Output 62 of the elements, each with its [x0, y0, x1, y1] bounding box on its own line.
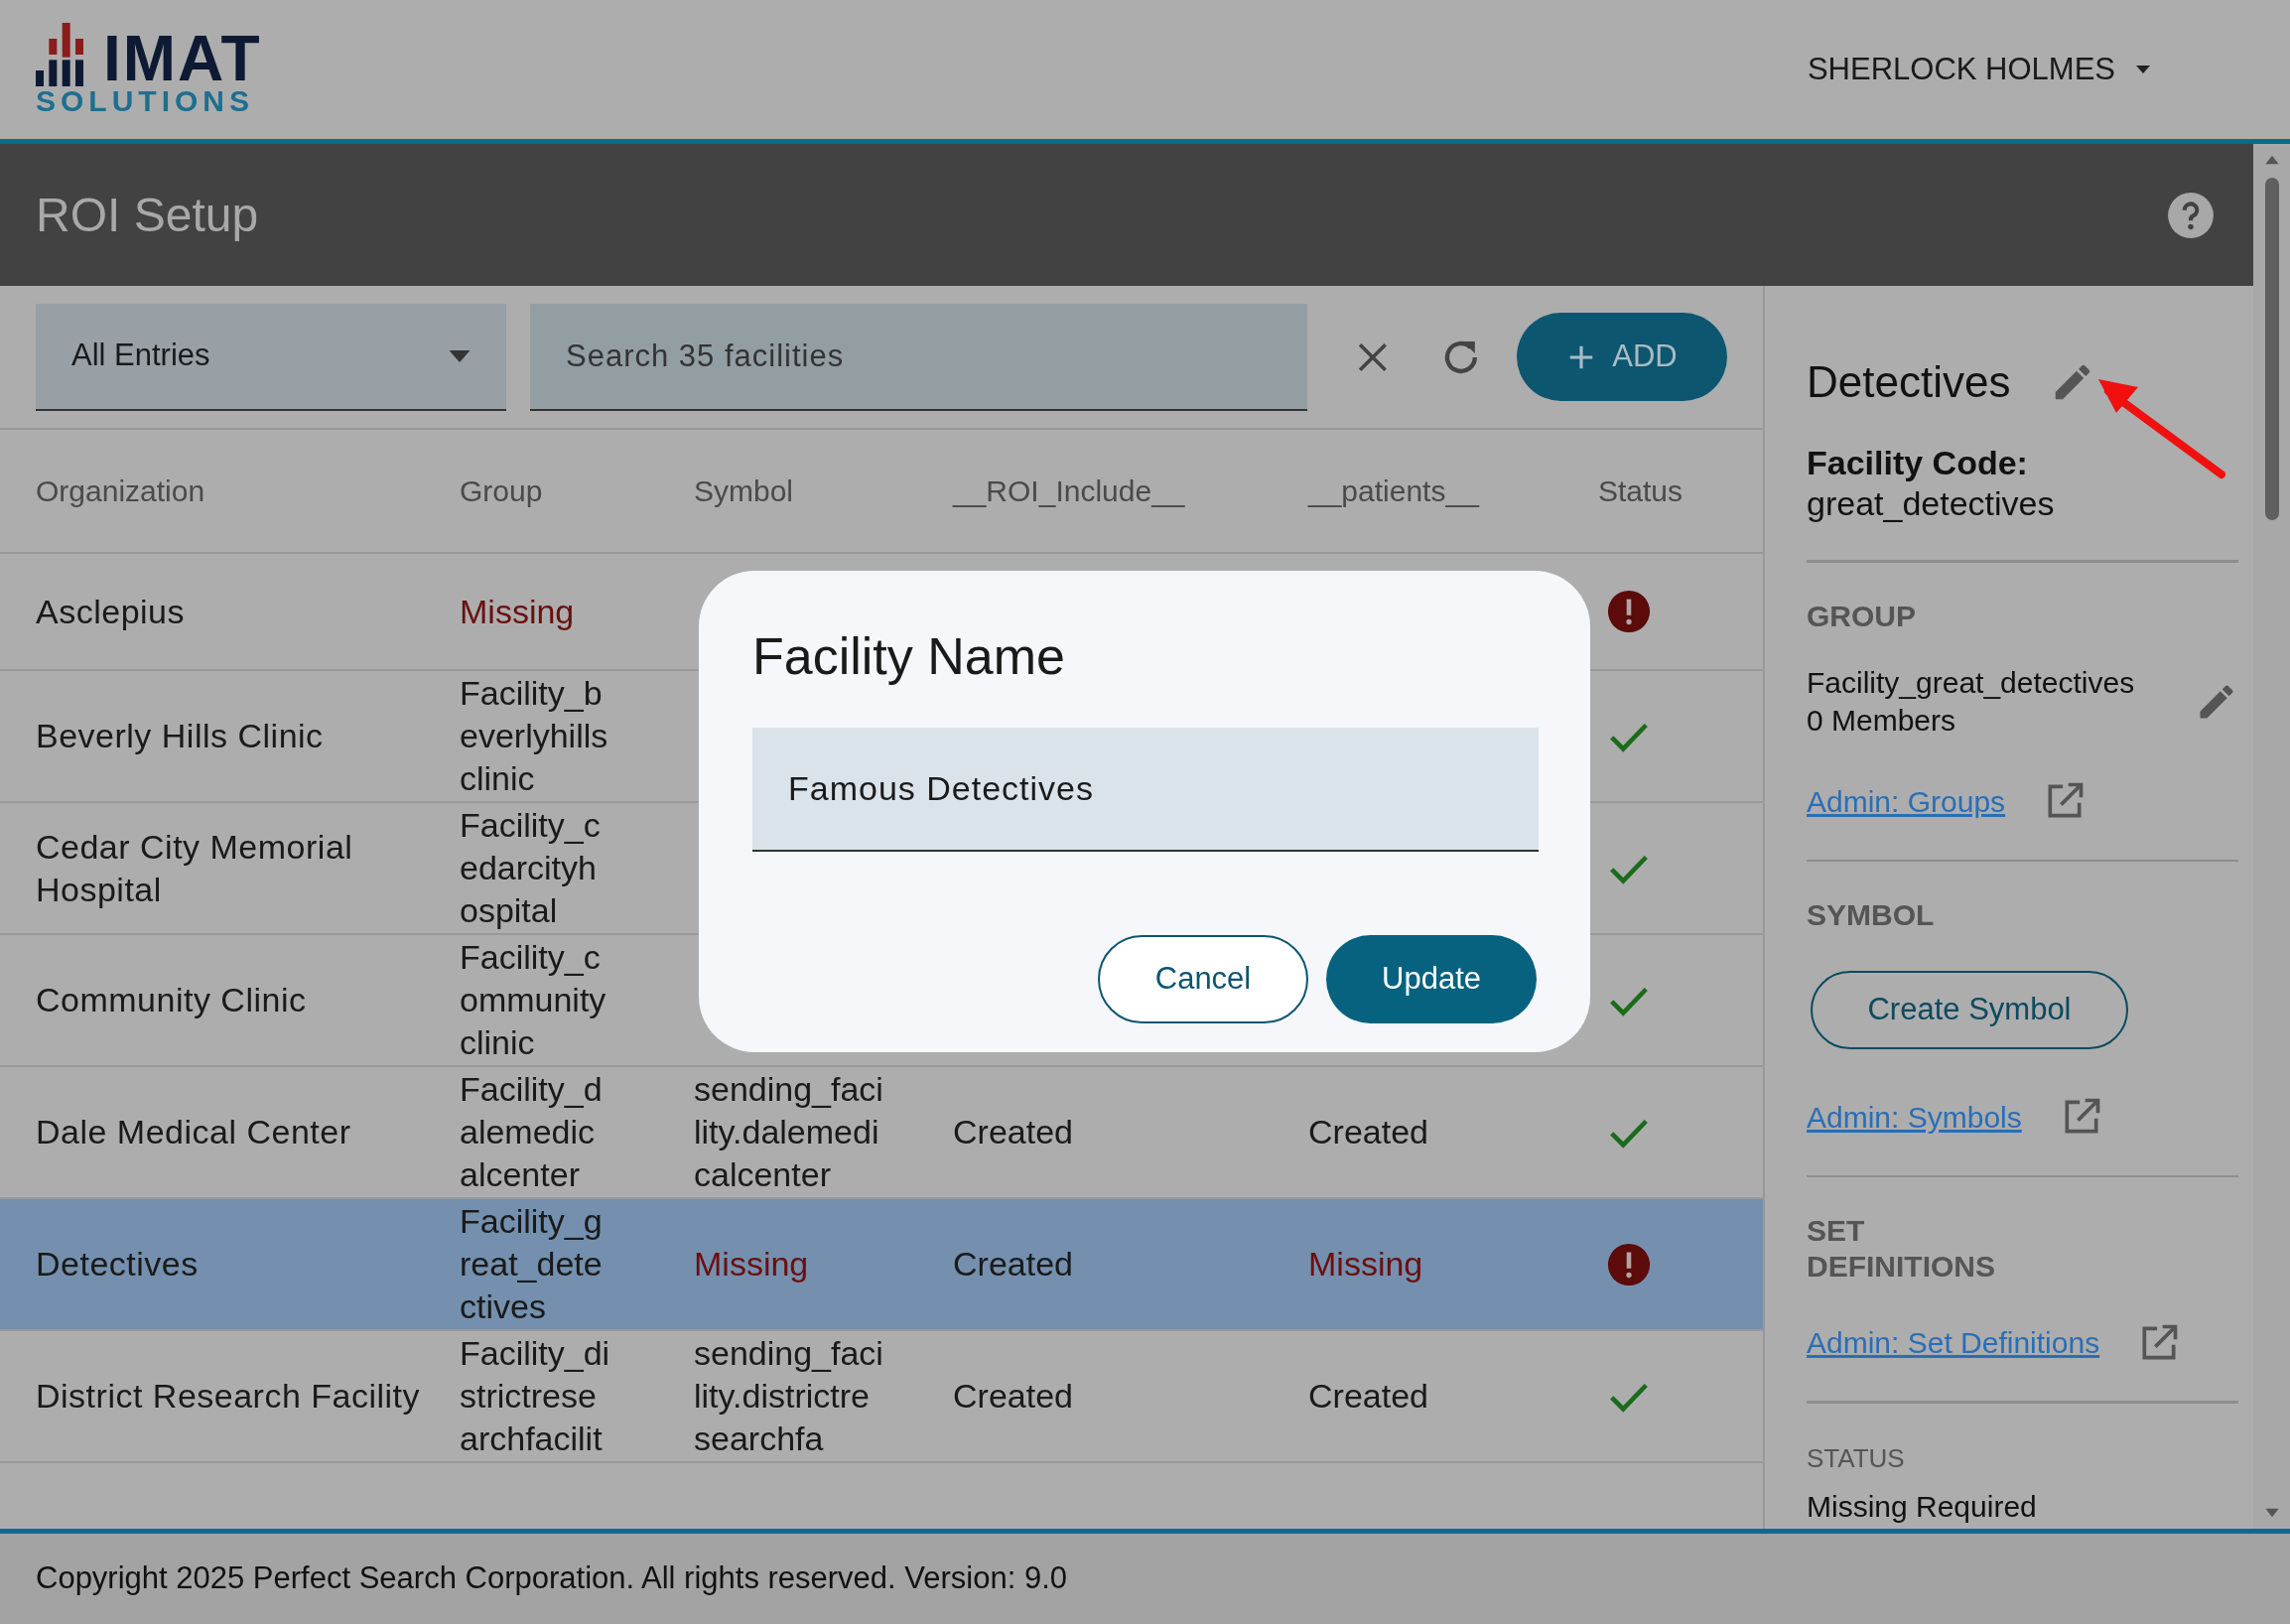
table-cell-text: Missing	[1308, 1244, 1424, 1285]
table-cell-text: Created	[953, 1244, 1074, 1285]
table-cell-text: Created	[1308, 1112, 1429, 1152]
update-button[interactable]: Update	[1326, 935, 1537, 1023]
scrollbar-thumb[interactable]	[2264, 178, 2279, 520]
table-cell-text: Created	[953, 1112, 1074, 1152]
table-cell-text: Facility_communityclinic	[460, 937, 607, 1063]
search-field[interactable]: Search 35 facilities	[530, 303, 1307, 411]
add-button[interactable]: ADD	[1517, 313, 1727, 401]
table-cell-text: Asclepius	[35, 591, 186, 632]
detail-title: Detectives	[1807, 356, 2011, 408]
table-cell-text: Facility_beverlyhillsclinic	[460, 673, 609, 799]
scrollbar[interactable]	[2253, 144, 2290, 1529]
table-cell-text: sending_facility.dalemedicalcenter	[694, 1069, 884, 1195]
admin-link[interactable]: Admin: Symbols	[1807, 1094, 2022, 1140]
facility-code-label: Facility Code:	[1807, 443, 2029, 482]
table-cell-text: Cedar City Memorial Hospital	[35, 826, 354, 910]
section-heading: SYMBOL	[1807, 897, 1936, 934]
section-heading: GROUP	[1807, 598, 1917, 634]
table-cell-text: Facility_great_detectives	[460, 1201, 604, 1327]
logo-wordmark: IMAT	[103, 31, 262, 86]
column-header[interactable]: __ROI_Include__	[953, 469, 1308, 513]
page-title: ROI Setup	[36, 187, 259, 243]
table-cell-text: Created	[953, 1376, 1074, 1417]
table-cell-text: District Research Facility	[35, 1376, 422, 1417]
column-header[interactable]: Status	[1598, 469, 1763, 513]
status-text: Missing Required	[1807, 1489, 2038, 1526]
name-field[interactable]: Famous Detectives	[752, 728, 1539, 852]
help-icon[interactable]	[2166, 190, 2216, 240]
footer-text: Copyright 2025 Perfect Search Corporation. All rights reserved. Version: 9.0	[36, 1559, 1068, 1598]
caret-icon	[449, 349, 471, 362]
admin-link[interactable]: Admin: Groups	[1807, 778, 2006, 824]
table-row[interactable]: Detectives Facility_great_detectives Missing Created Missing	[0, 1199, 1763, 1331]
create-symbol-button[interactable]: Create Symbol	[1811, 971, 2128, 1049]
table-cell-text: sending_facility.districtresearchfa	[694, 1333, 884, 1459]
table-cell-text: Community Clinic	[35, 980, 308, 1020]
cancel-button[interactable]: Cancel	[1098, 935, 1308, 1023]
section-heading: SET DEFINITIONS	[1807, 1213, 1996, 1286]
filter-dropdown[interactable]: All Entries	[36, 303, 506, 411]
table-cell-text: Dale Medical Center	[35, 1112, 352, 1152]
facility-code: great_detectives	[1807, 483, 2056, 524]
table-cell-text: Detectives	[35, 1244, 200, 1285]
table-cell-text: Facility_dalemedicalcenter	[460, 1069, 604, 1195]
column-header[interactable]: __patients__	[1308, 469, 1598, 513]
table-cell-text: Missing	[694, 1244, 810, 1285]
table-cell-text: Facility_cedarcityhospital	[460, 805, 602, 931]
logo-subtitle: SOLUTIONS	[36, 86, 255, 116]
member-count: 0 Members	[1807, 702, 1957, 739]
table-cell-text: Beverly Hills Clinic	[35, 716, 325, 756]
user-name: SHERLOCK HOLMES	[1807, 50, 2115, 88]
column-header[interactable]: Group	[460, 469, 694, 513]
column-header[interactable]: Symbol	[694, 469, 953, 513]
table-cell-text: Facility_districtresearchfacilit	[460, 1333, 610, 1459]
table-cell-text: Created	[1308, 1376, 1429, 1417]
table-row[interactable]: District Research Facility Facility_districtresearchfacilit sending_facility.districtresearchfa Created Created	[0, 1331, 1763, 1463]
section-heading: STATUS	[1807, 1442, 1906, 1476]
group-name: Facility_great_detectives	[1807, 664, 2135, 701]
column-header[interactable]: Organization	[0, 469, 460, 513]
user-menu[interactable]: SHERLOCK HOLMES	[1807, 46, 2155, 93]
table-cell-text: Missing	[460, 591, 576, 632]
dialog-title: Facility Name	[752, 626, 1066, 686]
admin-link[interactable]: Admin: Set Definitions	[1807, 1320, 2100, 1366]
